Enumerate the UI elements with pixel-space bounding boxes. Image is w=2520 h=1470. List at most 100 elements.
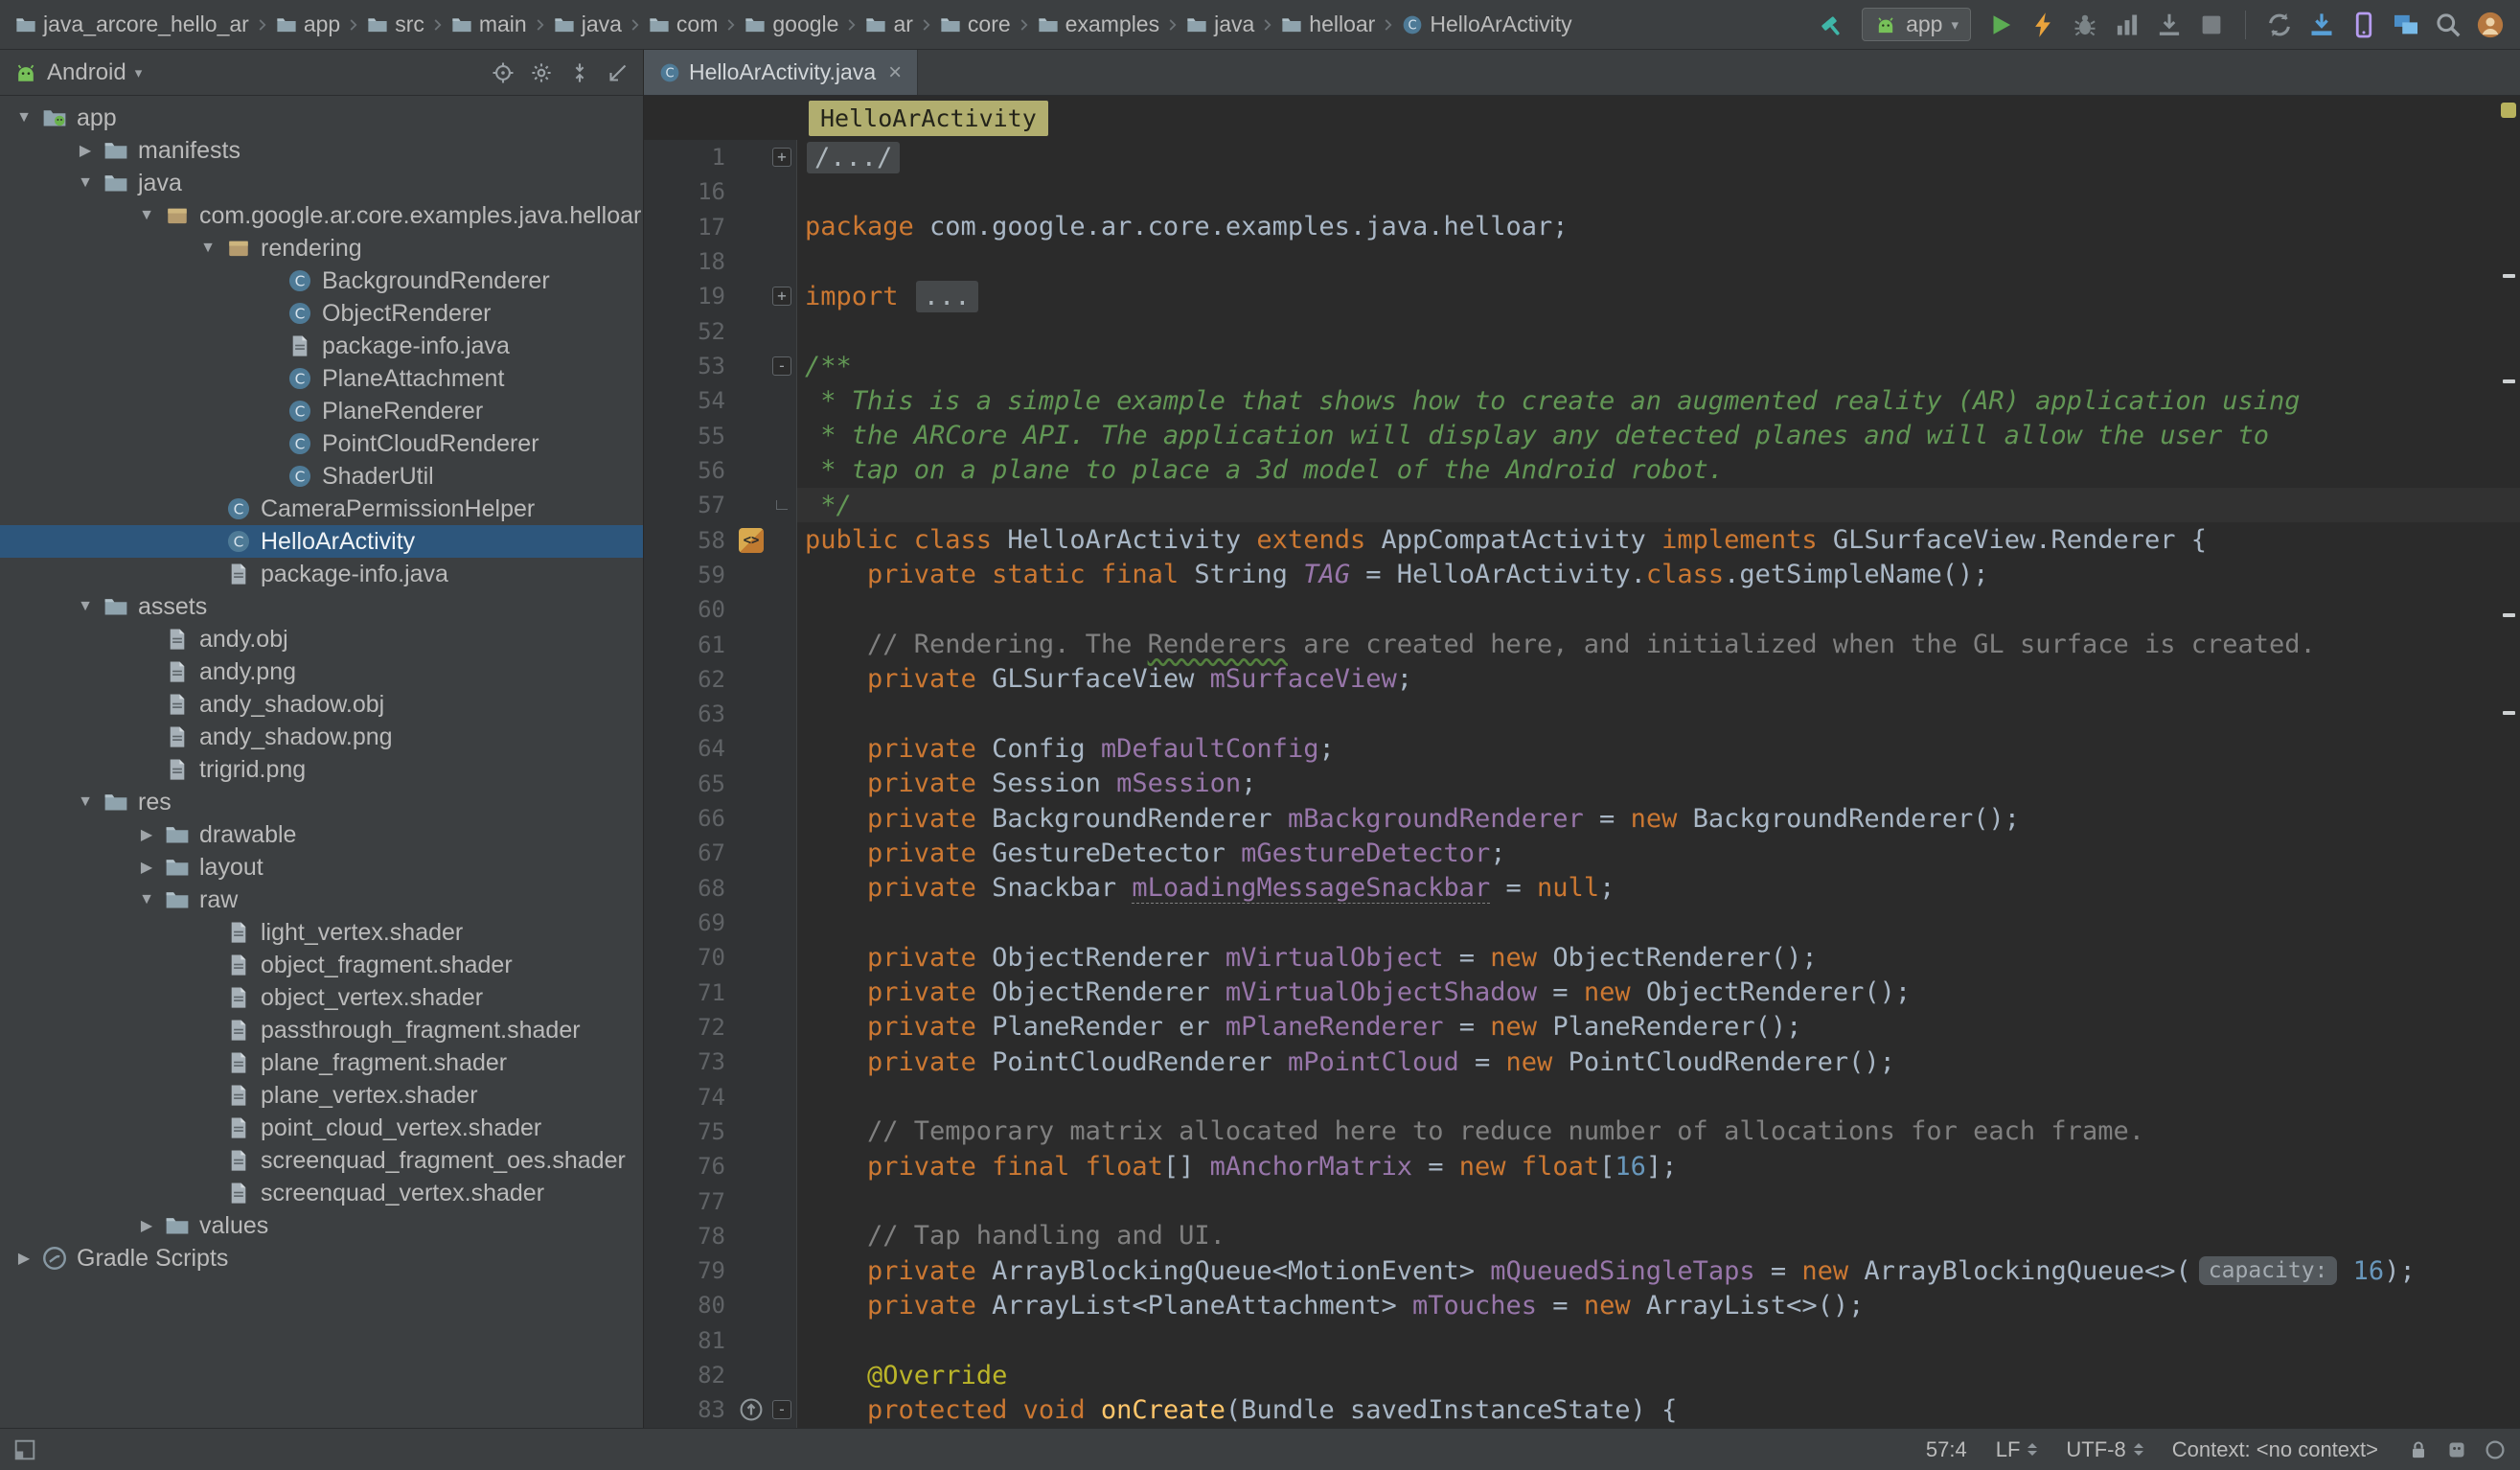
tree-item-pointcloudrenderer[interactable]: CPointCloudRenderer: [0, 427, 643, 460]
sync-project-button[interactable]: [2261, 7, 2298, 43]
build-button[interactable]: [1814, 7, 1850, 43]
chevron-expanded-icon[interactable]: ▼: [8, 109, 40, 126]
fold-expand-icon[interactable]: +: [772, 148, 791, 167]
tree-item-res[interactable]: ▼res: [0, 786, 643, 818]
code-line-56[interactable]: 56 * tap on a plane to place a 3d model …: [644, 453, 2520, 488]
tree-item-object-fragment-shader[interactable]: object_fragment.shader: [0, 949, 643, 981]
fold-expand-icon[interactable]: +: [772, 287, 791, 306]
code-line-73[interactable]: 73 private PointCloudRenderer mPointClou…: [644, 1045, 2520, 1079]
code-line-79[interactable]: 79 private ArrayBlockingQueue<MotionEven…: [644, 1253, 2520, 1288]
breadcrumb-item-src[interactable]: src: [363, 9, 428, 40]
settings-button[interactable]: [530, 61, 553, 84]
code-line-18[interactable]: 18: [644, 244, 2520, 279]
code-line-83[interactable]: 83- protected void onCreate(Bundle saved…: [644, 1392, 2520, 1427]
tree-item-helloaractivity[interactable]: CHelloArActivity: [0, 525, 643, 558]
device-monitor-button[interactable]: [2388, 7, 2424, 43]
line-separator-widget[interactable]: LF: [1996, 1437, 2038, 1462]
editor-tab-helloaractivity-java[interactable]: CHelloArActivity.java×: [644, 50, 918, 95]
code-line-64[interactable]: 64 private Config mDefaultConfig;: [644, 731, 2520, 766]
fold-marker[interactable]: +: [767, 287, 796, 306]
breadcrumb-item-ar[interactable]: ar: [861, 9, 916, 40]
tree-item-screenquad-fragment-oes-shader[interactable]: screenquad_fragment_oes.shader: [0, 1144, 643, 1177]
code-line-66[interactable]: 66 private BackgroundRenderer mBackgroun…: [644, 801, 2520, 836]
breadcrumb-item-com[interactable]: com: [645, 9, 722, 40]
breadcrumb-item-examples[interactable]: examples: [1034, 9, 1163, 40]
chevron-collapsed-icon[interactable]: ▶: [69, 141, 102, 160]
chevron-expanded-icon[interactable]: ▼: [130, 891, 163, 908]
tree-item-andy-shadow-obj[interactable]: andy_shadow.obj: [0, 688, 643, 721]
tree-item-trigrid-png[interactable]: trigrid.png: [0, 753, 643, 786]
code-line-78[interactable]: 78 // Tap handling and UI.: [644, 1219, 2520, 1253]
code-line-74[interactable]: 74: [644, 1079, 2520, 1114]
breadcrumb-class-chip[interactable]: HelloArActivity: [809, 101, 1048, 136]
fold-marker[interactable]: [767, 500, 796, 510]
stripe-mark[interactable]: [2503, 379, 2515, 383]
write-lock-icon[interactable]: [2407, 1438, 2430, 1461]
sdk-manager-button[interactable]: [2303, 7, 2340, 43]
project-tree[interactable]: ▼app▶manifests▼java▼com.google.ar.core.e…: [0, 96, 643, 1428]
fold-marker[interactable]: +: [767, 148, 796, 167]
code-line-57[interactable]: 57 */: [644, 488, 2520, 522]
code-line-55[interactable]: 55 * the ARCore API. The application wil…: [644, 419, 2520, 453]
debug-button[interactable]: [2067, 7, 2103, 43]
stripe-mark[interactable]: [2503, 711, 2515, 715]
chevron-collapsed-icon[interactable]: ▶: [130, 825, 163, 844]
code-line-1[interactable]: 1+/.../: [644, 140, 2520, 174]
tree-item-andy-obj[interactable]: andy.obj: [0, 623, 643, 655]
background-tasks-icon[interactable]: [2484, 1438, 2507, 1461]
apply-changes-button[interactable]: [2025, 7, 2061, 43]
stop-button[interactable]: [2193, 7, 2230, 43]
chevron-collapsed-icon[interactable]: ▶: [8, 1249, 40, 1268]
close-tab-icon[interactable]: ×: [888, 59, 902, 86]
toolwindow-toggle-icon[interactable]: [13, 1438, 36, 1461]
code-line-52[interactable]: 52: [644, 314, 2520, 349]
code-line-54[interactable]: 54 * This is a simple example that shows…: [644, 383, 2520, 418]
encoding-widget[interactable]: UTF-8: [2066, 1437, 2142, 1462]
chevron-collapsed-icon[interactable]: ▶: [130, 858, 163, 877]
run-button[interactable]: [1982, 7, 2019, 43]
code-line-58[interactable]: 58<>public class HelloArActivity extends…: [644, 522, 2520, 557]
chevron-collapsed-icon[interactable]: ▶: [130, 1216, 163, 1235]
tree-item-package-info-java[interactable]: package-info.java: [0, 558, 643, 590]
code-line-53[interactable]: 53-/**: [644, 349, 2520, 383]
tree-item-values[interactable]: ▶values: [0, 1209, 643, 1242]
breadcrumb-item-app[interactable]: app: [272, 9, 344, 40]
tree-item-screenquad-vertex-shader[interactable]: screenquad_vertex.shader: [0, 1177, 643, 1209]
tree-item-raw[interactable]: ▼raw: [0, 884, 643, 916]
tree-item-object-vertex-shader[interactable]: object_vertex.shader: [0, 981, 643, 1014]
inspection-indicator[interactable]: [2501, 103, 2516, 118]
breadcrumb-item-helloaractivity[interactable]: CHelloArActivity: [1398, 9, 1575, 40]
code-line-72[interactable]: 72 private PlaneRender er mPlaneRenderer…: [644, 1010, 2520, 1045]
code-line-17[interactable]: 17package com.google.ar.core.examples.ja…: [644, 210, 2520, 244]
tree-item-assets[interactable]: ▼assets: [0, 590, 643, 623]
tree-item-plane-vertex-shader[interactable]: plane_vertex.shader: [0, 1079, 643, 1112]
chevron-expanded-icon[interactable]: ▼: [192, 240, 224, 257]
fold-marker[interactable]: -: [767, 356, 796, 376]
code-line-16[interactable]: 16: [644, 174, 2520, 209]
fold-marker[interactable]: -: [767, 1400, 796, 1419]
tree-item-layout[interactable]: ▶layout: [0, 851, 643, 884]
tree-item-andy-shadow-png[interactable]: andy_shadow.png: [0, 721, 643, 753]
code-line-80[interactable]: 80 private ArrayList<PlaneAttachment> mT…: [644, 1288, 2520, 1322]
stripe-mark[interactable]: [2503, 613, 2515, 617]
code-line-76[interactable]: 76 private final float[] mAnchorMatrix =…: [644, 1149, 2520, 1183]
inspections-icon[interactable]: [2445, 1438, 2468, 1461]
chevron-expanded-icon[interactable]: ▼: [69, 174, 102, 192]
breadcrumb-item-java[interactable]: java: [550, 9, 626, 40]
tree-item-shaderutil[interactable]: CShaderUtil: [0, 460, 643, 493]
tree-item-com-google-ar-core-examples-java-helloar[interactable]: ▼com.google.ar.core.examples.java.helloa…: [0, 199, 643, 232]
tree-item-andy-png[interactable]: andy.png: [0, 655, 643, 688]
tree-item-gradle-scripts[interactable]: ▶Gradle Scripts: [0, 1242, 643, 1275]
tree-item-backgroundrenderer[interactable]: CBackgroundRenderer: [0, 264, 643, 297]
project-view-selector[interactable]: Android▾: [13, 59, 142, 86]
error-stripe[interactable]: [2497, 96, 2520, 1428]
profile-avatar-button[interactable]: [2472, 7, 2509, 43]
related-symbol-icon[interactable]: <>: [735, 528, 767, 553]
tree-item-app[interactable]: ▼app: [0, 102, 643, 134]
code-line-67[interactable]: 67 private GestureDetector mGestureDetec…: [644, 836, 2520, 870]
code-line-70[interactable]: 70 private ObjectRenderer mVirtualObject…: [644, 940, 2520, 975]
context-widget[interactable]: Context: <no context>: [2172, 1437, 2378, 1462]
tree-item-package-info-java[interactable]: package-info.java: [0, 330, 643, 362]
breadcrumb-item-core[interactable]: core: [936, 9, 1015, 40]
fold-collapse-icon[interactable]: -: [772, 1400, 791, 1419]
